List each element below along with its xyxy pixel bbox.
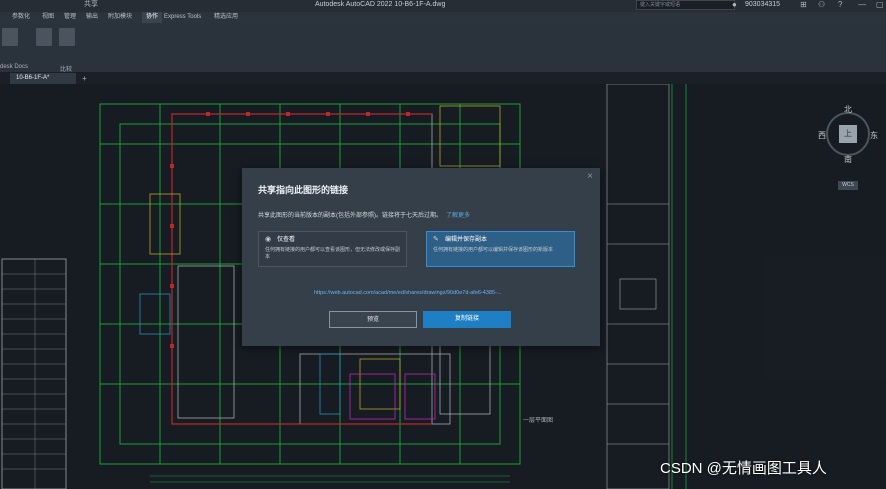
- option-view-desc: 任何拥有链接的用户都可以查看该图形，但无法修改或保存副本: [265, 247, 401, 260]
- ribbon-tabs: 参数化 视图 管理 输出 附加模块 协作 Express Tools 精选应用: [0, 12, 886, 23]
- wcs-menu[interactable]: WCS: [838, 181, 858, 190]
- learn-more-link[interactable]: 了解更多: [446, 213, 470, 219]
- dialog-description: 共享此图形的当前版本的副本(包括外部参照)。链接将于七天后过期。 了解更多: [258, 210, 470, 219]
- ribbon-tab-1[interactable]: 视图: [42, 12, 54, 23]
- tab-drawing[interactable]: 10-B6-1F-A*: [10, 73, 76, 84]
- compare-button[interactable]: [36, 28, 52, 46]
- compare-import-button[interactable]: [59, 28, 75, 46]
- pencil-icon: ✎: [433, 236, 439, 243]
- minimize-icon[interactable]: —: [858, 0, 866, 10]
- option-edit-desc: 任何拥有链接的用户都可以编辑并保存该图形的新版本: [433, 247, 554, 253]
- close-icon[interactable]: ×: [587, 171, 593, 182]
- ribbon-tab-2[interactable]: 管理: [64, 12, 76, 23]
- compass-south[interactable]: 南: [844, 154, 852, 165]
- description-text: 共享此图形的当前版本的副本(包括外部参照)。链接将于七天后过期。: [258, 213, 442, 219]
- ribbon-tab-5[interactable]: 协作: [142, 12, 163, 23]
- option-edit-title: 编辑并保存副本: [445, 237, 488, 243]
- window-title: Autodesk AutoCAD 2022 10-B6-1F-A.dwg: [315, 1, 446, 8]
- eye-icon: ◉: [265, 236, 272, 243]
- cart-icon[interactable]: ⊞: [800, 0, 807, 10]
- copy-link-button[interactable]: 复制链接: [423, 311, 511, 328]
- new-tab-button[interactable]: +: [82, 73, 87, 84]
- compass-west[interactable]: 西: [818, 130, 826, 141]
- user-name[interactable]: 903034315: [745, 0, 780, 10]
- restore-icon[interactable]: ▢: [876, 0, 884, 10]
- ribbon-tab-4[interactable]: 附加模块: [108, 12, 132, 23]
- ribbon-panel: desk Docs 比较: [0, 23, 886, 73]
- viewcube[interactable]: 上 北 南 东 西: [818, 104, 878, 164]
- ribbon-tab-0[interactable]: 参数化: [12, 12, 30, 23]
- compass-east[interactable]: 东: [870, 130, 878, 141]
- ribbon-tab-6[interactable]: Express Tools: [164, 12, 201, 23]
- document-tabs: 10-B6-1F-A* +: [0, 73, 886, 84]
- search-input[interactable]: 键入关键字或短语: [636, 0, 735, 10]
- share-menu[interactable]: 共享: [84, 0, 98, 10]
- option-edit-save[interactable]: ✎ 编辑并保存副本 任何拥有链接的用户都可以编辑并保存该图形的新版本: [426, 231, 575, 267]
- help-icon[interactable]: ?: [838, 0, 842, 10]
- compass-north[interactable]: 北: [844, 104, 852, 115]
- dialog-title: 共享指向此图形的链接: [258, 185, 349, 195]
- ribbon-tab-7[interactable]: 精选应用: [214, 12, 238, 23]
- watermark: CSDN @无情画图工具人: [660, 460, 827, 477]
- user-icon[interactable]: ●: [732, 0, 737, 10]
- share-link-dialog: × 共享指向此图形的链接 共享此图形的当前版本的副本(包括外部参照)。链接将于七…: [242, 168, 600, 346]
- docs-button[interactable]: [2, 28, 18, 46]
- viewcube-top-face[interactable]: 上: [839, 125, 857, 143]
- share-url[interactable]: https://web.autocad.com/acad/me/ed/share…: [314, 290, 501, 296]
- option-view-title: 仅查看: [277, 237, 296, 243]
- preview-button[interactable]: 预览: [329, 311, 417, 328]
- compare-label: 比较: [60, 67, 73, 73]
- option-view-only[interactable]: ◉ 仅查看 任何拥有链接的用户都可以查看该图形，但无法修改或保存副本: [258, 231, 407, 267]
- ribbon-tab-3[interactable]: 输出: [86, 12, 98, 23]
- title-bar: 共享 Autodesk AutoCAD 2022 10-B6-1F-A.dwg …: [0, 0, 886, 12]
- docs-label: desk Docs: [0, 64, 29, 70]
- network-icon[interactable]: ⚇: [818, 0, 825, 10]
